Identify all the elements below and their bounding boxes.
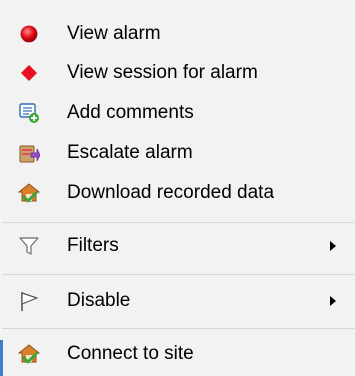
- menu-item-label: Disable: [67, 290, 131, 311]
- menu-item-label: Escalate alarm: [67, 142, 193, 163]
- escalate-alarm-icon: [18, 142, 40, 164]
- menu-item-label: Connect to site: [67, 343, 194, 364]
- submenu-arrow-icon: [330, 241, 336, 251]
- menu-item-disable[interactable]: Disable: [0, 283, 356, 319]
- underlying-selection-strip: [0, 340, 3, 376]
- menu-item-label: Filters: [67, 235, 119, 256]
- context-menu: View alarm View session for alarm Add co…: [0, 0, 356, 376]
- menu-item-escalate-alarm[interactable]: Escalate alarm: [0, 135, 356, 171]
- menu-item-download-recorded-data[interactable]: Download recorded data: [0, 175, 356, 211]
- menu-separator: [2, 274, 354, 275]
- red-circle-alarm-icon: [18, 23, 40, 45]
- menu-item-label: Download recorded data: [67, 182, 275, 203]
- funnel-filter-icon: [18, 235, 40, 257]
- menu-item-view-session-for-alarm[interactable]: View session for alarm: [0, 55, 356, 91]
- menu-item-connect-to-site[interactable]: Connect to site: [0, 336, 356, 372]
- menu-separator: [2, 328, 354, 329]
- menu-separator: [2, 222, 354, 223]
- menu-item-add-comments[interactable]: Add comments: [0, 95, 356, 131]
- menu-item-label: Add comments: [67, 102, 194, 123]
- add-comment-icon: [18, 102, 40, 124]
- submenu-arrow-icon: [330, 296, 336, 306]
- connect-house-icon: [18, 343, 40, 365]
- download-house-icon: [18, 182, 40, 204]
- menu-item-filters[interactable]: Filters: [0, 228, 356, 264]
- menu-item-label: View session for alarm: [67, 62, 258, 83]
- red-diamond-icon: [18, 62, 40, 84]
- menu-item-view-alarm[interactable]: View alarm: [0, 16, 356, 52]
- menu-item-label: View alarm: [67, 23, 161, 44]
- flag-disable-icon: [18, 290, 40, 312]
